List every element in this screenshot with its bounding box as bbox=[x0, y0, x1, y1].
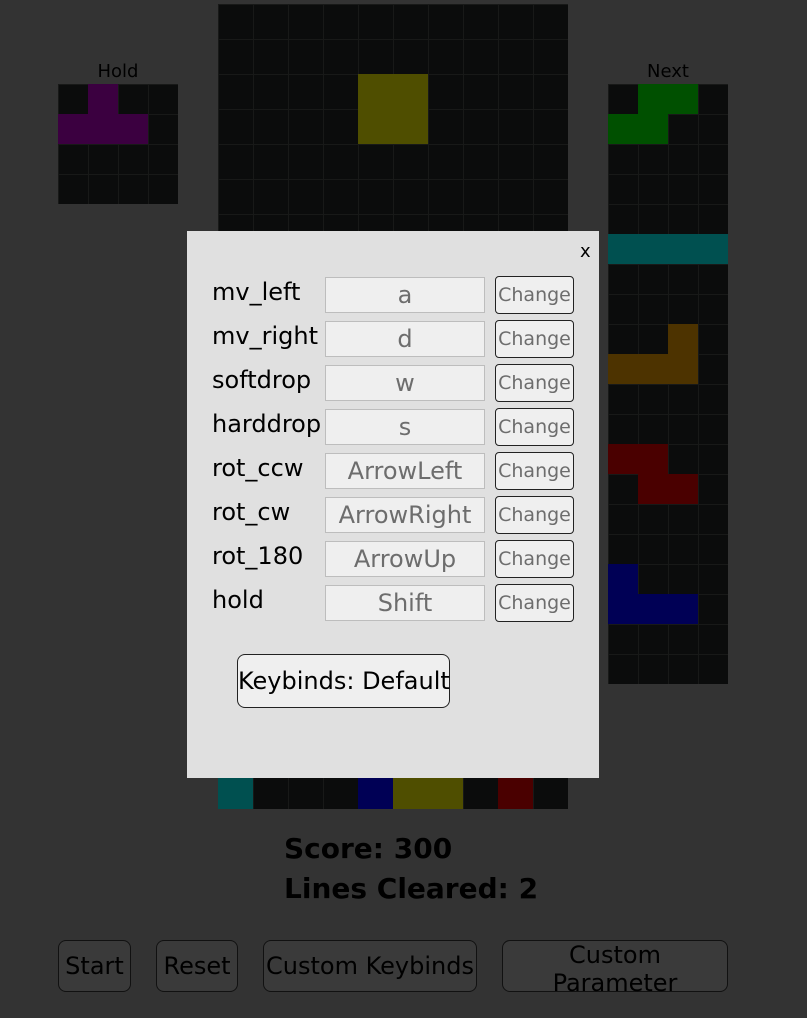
keybind-action-label: softdrop bbox=[212, 366, 312, 394]
keybind-key-field: a bbox=[325, 277, 485, 313]
keybind-action-label: rot_ccw bbox=[212, 454, 304, 482]
hold-piece-cell bbox=[88, 84, 118, 114]
next-piece-cell bbox=[638, 474, 698, 504]
next-piece-cell bbox=[608, 444, 668, 474]
keybind-key-field: Shift bbox=[325, 585, 485, 621]
keybind-key-field: s bbox=[325, 409, 485, 445]
keybind-key-field: ArrowLeft bbox=[325, 453, 485, 489]
keybinds-modal: x mv_left a Change mv_right d Change sof… bbox=[187, 231, 599, 778]
keybind-key-field: ArrowUp bbox=[325, 541, 485, 577]
change-keybind-button[interactable]: Change bbox=[495, 452, 574, 490]
next-piece-cell bbox=[608, 354, 698, 384]
custom-parameter-button[interactable]: Custom Parameter bbox=[502, 940, 728, 997]
lines-cleared-text: Lines Cleared: 2 bbox=[284, 872, 539, 905]
keybind-action-label: hold bbox=[212, 586, 264, 614]
keybind-action-label: mv_right bbox=[212, 322, 318, 350]
keybind-row-mv-left: mv_left a Change bbox=[187, 276, 599, 316]
keybind-row-rot-cw: rot_cw ArrowRight Change bbox=[187, 496, 599, 536]
keybind-key-field: d bbox=[325, 321, 485, 357]
next-piece-cell bbox=[608, 234, 728, 264]
change-keybind-button[interactable]: Change bbox=[495, 364, 574, 402]
next-piece-cell bbox=[608, 594, 698, 624]
start-button[interactable]: Start bbox=[58, 940, 131, 992]
keybind-row-softdrop: softdrop w Change bbox=[187, 364, 599, 404]
keybind-action-label: harddrop bbox=[212, 410, 322, 438]
change-keybind-button[interactable]: Change bbox=[495, 540, 574, 578]
change-keybind-button[interactable]: Change bbox=[495, 496, 574, 534]
keybind-row-mv-right: mv_right d Change bbox=[187, 320, 599, 360]
hold-box bbox=[58, 84, 178, 204]
locked-block bbox=[393, 774, 463, 809]
custom-keybinds-button[interactable]: Custom Keybinds bbox=[263, 940, 477, 992]
change-keybind-button[interactable]: Change bbox=[495, 320, 574, 358]
score-text: Score: 300 bbox=[284, 832, 453, 865]
falling-piece bbox=[358, 74, 428, 144]
keybind-action-label: rot_180 bbox=[212, 542, 304, 570]
keybinds-preset-button[interactable]: Keybinds: Default bbox=[237, 654, 450, 708]
change-keybind-button[interactable]: Change bbox=[495, 584, 574, 622]
keybind-row-harddrop: harddrop s Change bbox=[187, 408, 599, 448]
next-queue bbox=[608, 84, 728, 684]
change-keybind-button[interactable]: Change bbox=[495, 276, 574, 314]
keybind-key-field: ArrowRight bbox=[325, 497, 485, 533]
keybind-row-rot-180: rot_180 ArrowUp Change bbox=[187, 540, 599, 580]
keybind-action-label: rot_cw bbox=[212, 498, 291, 526]
keybind-action-label: mv_left bbox=[212, 278, 301, 306]
locked-block bbox=[218, 774, 253, 809]
locked-block bbox=[358, 774, 393, 809]
hold-piece-cell bbox=[58, 114, 148, 144]
keybind-row-rot-ccw: rot_ccw ArrowLeft Change bbox=[187, 452, 599, 492]
next-piece-cell bbox=[638, 84, 698, 114]
next-piece-cell bbox=[608, 114, 668, 144]
next-piece-cell bbox=[608, 564, 638, 594]
reset-button[interactable]: Reset bbox=[156, 940, 238, 992]
locked-block bbox=[498, 774, 533, 809]
change-keybind-button[interactable]: Change bbox=[495, 408, 574, 446]
keybind-row-hold: hold Shift Change bbox=[187, 584, 599, 624]
next-piece-cell bbox=[668, 324, 698, 354]
close-icon[interactable]: x bbox=[580, 241, 591, 262]
keybind-key-field: w bbox=[325, 365, 485, 401]
next-label: Next bbox=[647, 61, 689, 82]
hold-label: Hold bbox=[97, 61, 139, 82]
